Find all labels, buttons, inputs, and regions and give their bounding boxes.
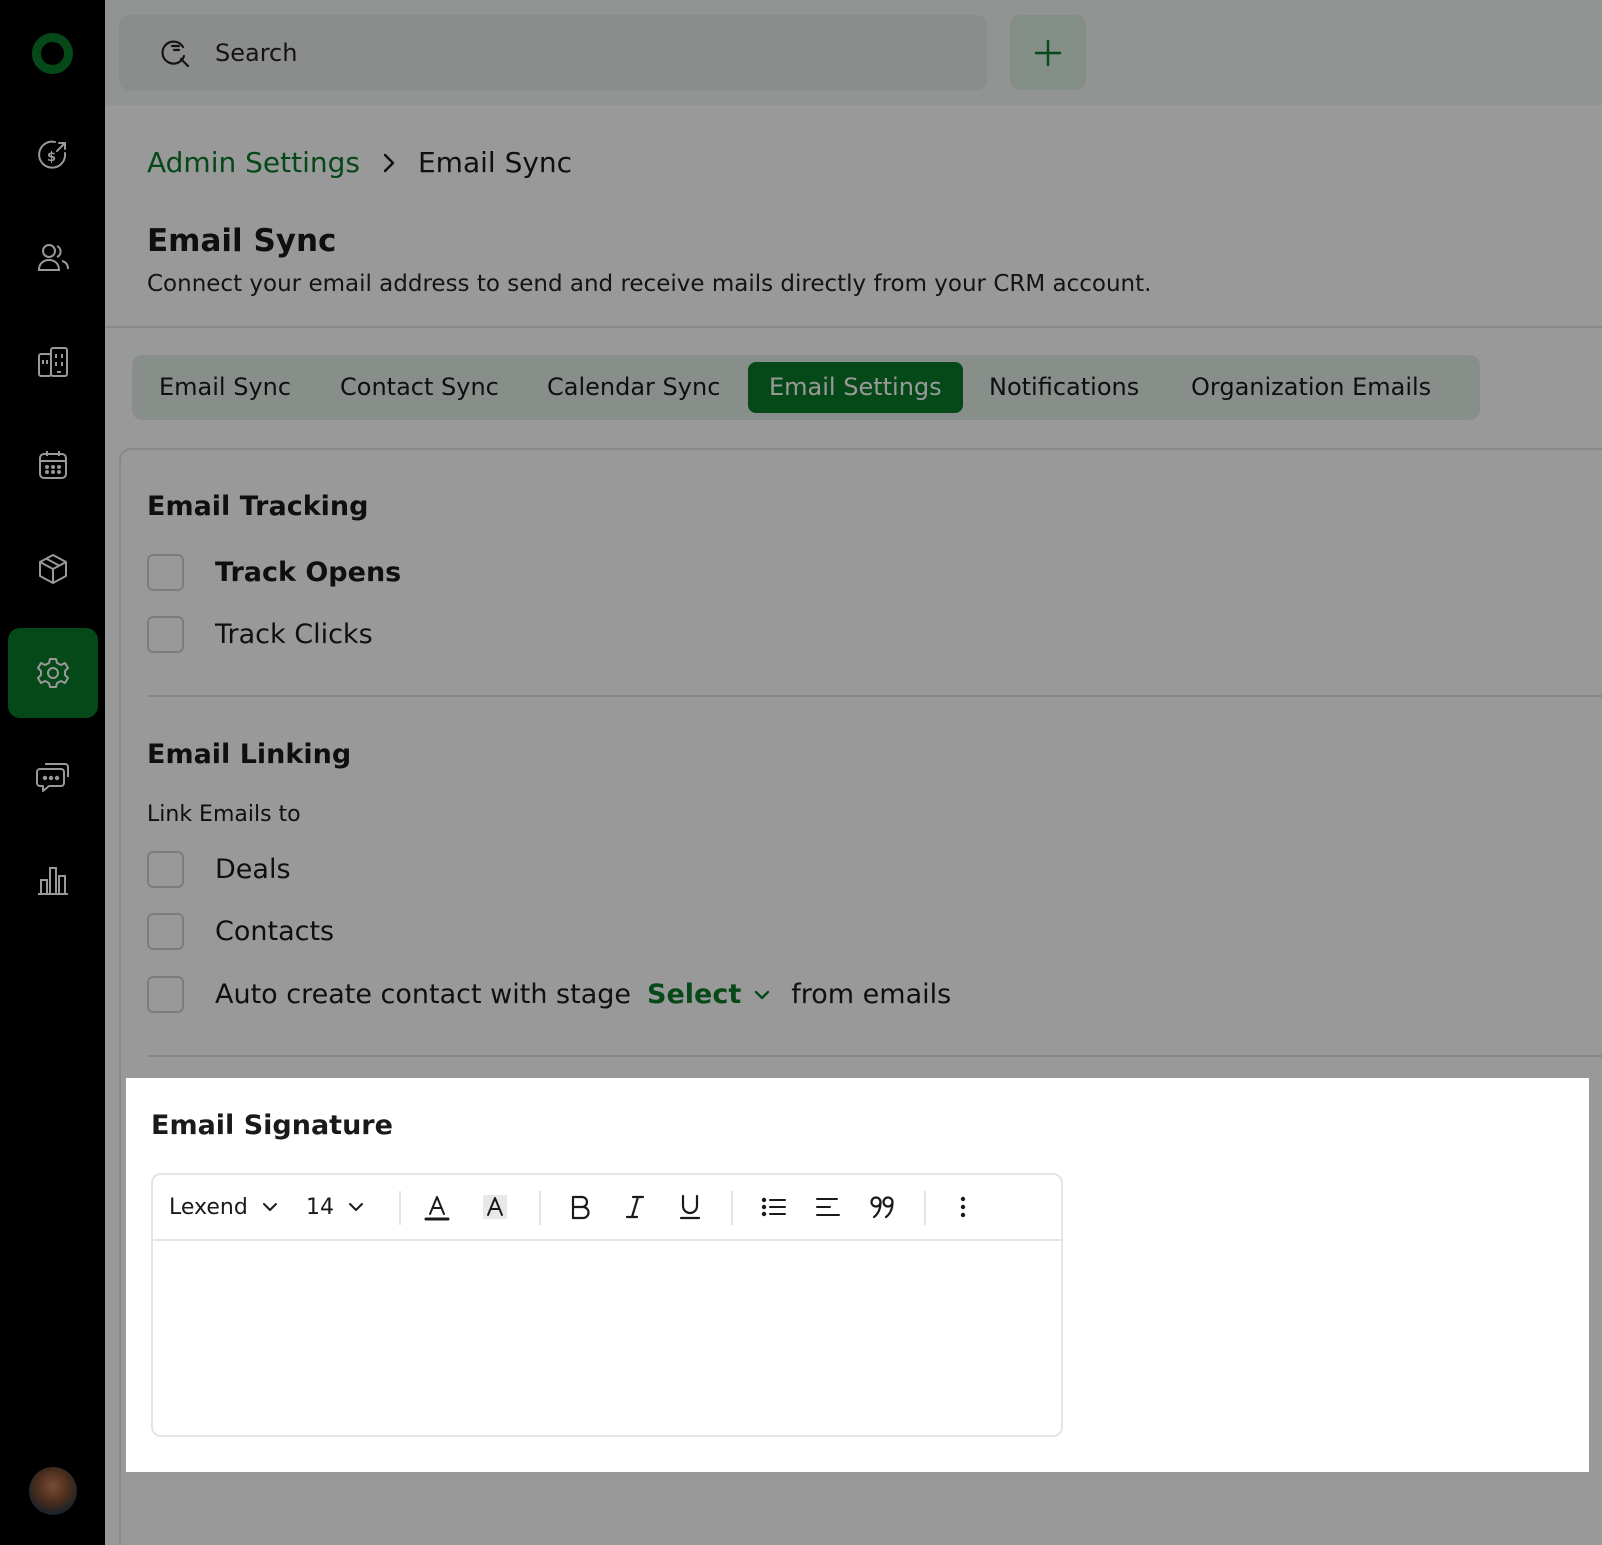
underline-button[interactable] [676,1191,704,1223]
breadcrumb-admin-settings[interactable]: Admin Settings [147,146,360,179]
bold-button[interactable] [566,1191,594,1223]
italic-button[interactable] [621,1191,649,1223]
highlight-color-button[interactable] [481,1191,509,1223]
align-left-button[interactable] [814,1191,842,1223]
quote-button[interactable] [869,1191,897,1223]
auto-create-suffix: from emails [791,979,952,1010]
font-size-select[interactable]: 14 [306,1191,366,1223]
svg-text:$: $ [47,150,56,165]
toolbar-divider [399,1191,401,1225]
contacts-icon [37,244,69,271]
bullet-list-button[interactable] [760,1191,788,1223]
companies-building-icon [38,347,68,377]
highlight-color-icon [483,1195,507,1219]
link-contacts-label: Contacts [215,916,335,947]
sidebar-item-companies[interactable] [8,317,98,407]
logo-icon[interactable] [32,33,73,74]
align-left-icon [816,1198,840,1216]
products-box-icon [39,554,67,584]
add-button[interactable] [1010,15,1086,90]
avatar[interactable] [29,1467,77,1515]
track-opens-checkbox[interactable] [147,554,184,591]
page-description: Connect your email address to send and r… [147,271,1152,297]
search-input[interactable]: Search [119,15,987,90]
link-emails-to-label: Link Emails to [147,802,301,827]
chevron-down-icon [349,1203,363,1211]
stage-select-value: Select [647,979,742,1010]
chevron-right-icon [380,152,398,174]
link-deals-row[interactable]: Deals [147,851,291,888]
email-tracking-title: Email Tracking [147,491,369,522]
quote-icon [870,1196,894,1219]
page-title: Email Sync [147,223,337,259]
font-family-select[interactable]: Lexend [169,1191,280,1223]
settings-gear-icon [37,658,69,688]
link-contacts-row[interactable]: Contacts [147,913,334,950]
text-color-button[interactable] [423,1191,451,1223]
auto-create-prefix: Auto create contact with stage [215,979,631,1010]
font-family-value: Lexend [169,1194,248,1220]
more-vertical-icon [960,1196,966,1218]
link-contacts-checkbox[interactable] [147,913,184,950]
link-deals-label: Deals [215,854,291,885]
text-color-icon [424,1196,450,1221]
stage-select[interactable]: Select [647,979,773,1010]
search-label: Search [215,38,298,67]
sidebar-item-contacts[interactable] [8,213,98,303]
divider [147,1055,1602,1057]
email-linking-title: Email Linking [147,739,352,770]
bullet-list-icon [761,1197,786,1217]
font-size-value: 14 [306,1194,334,1220]
track-clicks-row[interactable]: Track Clicks [147,616,373,653]
settings-tabs: Email Sync Contact Sync Calendar Sync Em… [132,355,1480,420]
deals-dollar-icon: $ [38,140,67,169]
tab-organization-emails[interactable]: Organization Emails [1170,362,1452,413]
divider [147,695,1602,697]
reports-chart-icon [38,867,68,895]
breadcrumb: Admin Settings Email Sync [147,146,572,179]
plus-icon [1034,39,1062,66]
sidebar-item-products[interactable] [8,524,98,614]
chat-icon [36,763,69,792]
signature-editor: Lexend 14 [151,1173,1063,1437]
tab-calendar-sync[interactable]: Calendar Sync [526,362,741,413]
underline-icon [679,1194,701,1220]
toolbar-divider [539,1191,541,1225]
sidebar-item-settings[interactable] [8,628,98,718]
calendar-icon [39,451,67,479]
italic-icon [625,1195,645,1219]
tab-contact-sync[interactable]: Contact Sync [319,362,520,413]
divider [105,326,1602,328]
tab-notifications[interactable]: Notifications [968,362,1160,413]
more-options-button[interactable] [949,1191,977,1223]
track-opens-row[interactable]: Track Opens [147,554,401,591]
sidebar-item-deals[interactable]: $ [8,110,98,200]
search-icon [161,40,190,67]
bold-icon [571,1195,590,1220]
toolbar-divider [731,1191,733,1225]
sidebar-item-reports[interactable] [8,835,98,925]
track-opens-label: Track Opens [215,557,402,588]
sidebar-item-calendar[interactable] [8,420,98,510]
breadcrumb-current: Email Sync [417,146,573,179]
email-signature-title: Email Signature [151,1110,393,1141]
email-signature-card: Email Signature Lexend 14 [126,1078,1589,1472]
track-clicks-checkbox[interactable] [147,616,184,653]
auto-create-contact-checkbox[interactable] [147,976,184,1013]
signature-editor-body[interactable] [153,1241,1061,1435]
link-deals-checkbox[interactable] [147,851,184,888]
sidebar-item-chat[interactable] [8,731,98,821]
tab-email-sync[interactable]: Email Sync [138,362,312,413]
chevron-down-icon [262,1203,277,1211]
tab-email-settings[interactable]: Email Settings [748,362,963,413]
track-clicks-label: Track Clicks [215,619,373,650]
sidebar: $ [0,0,105,1545]
auto-create-contact-row: Auto create contact with stage Select fr… [147,976,951,1013]
top-bar: Search [105,0,1602,105]
chevron-down-icon [755,990,770,999]
toolbar-divider [924,1191,926,1225]
editor-toolbar: Lexend 14 [153,1175,1061,1241]
